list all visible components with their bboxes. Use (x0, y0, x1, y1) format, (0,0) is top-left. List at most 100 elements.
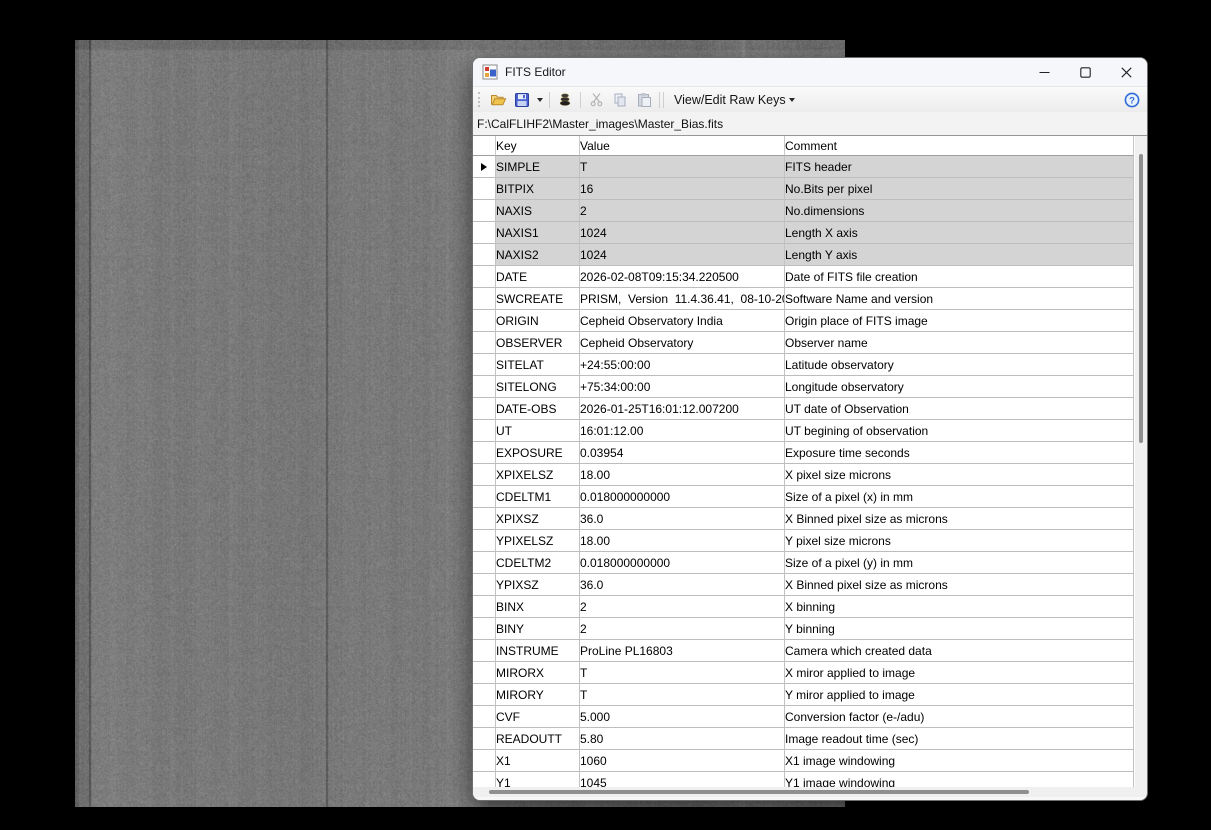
horizontal-scrollbar[interactable] (473, 787, 1147, 797)
row-header-cell[interactable] (473, 640, 496, 662)
cell-key[interactable]: OBSERVER (496, 332, 580, 354)
cell-key[interactable]: X1 (496, 750, 580, 772)
table-row[interactable]: Y1 1045 Y1 image windowing (473, 772, 1134, 787)
save-dropdown-button[interactable] (534, 89, 546, 111)
cell-comment[interactable]: Software Name and version (785, 288, 1134, 310)
cell-key[interactable]: BINX (496, 596, 580, 618)
cell-value[interactable]: 36.0 (580, 574, 785, 596)
table-row[interactable]: ORIGIN Cepheid Observatory India Origin … (473, 310, 1134, 332)
column-header-comment[interactable]: Comment (785, 136, 1134, 156)
table-row[interactable]: X1 1060 X1 image windowing (473, 750, 1134, 772)
cell-comment[interactable]: Latitude observatory (785, 354, 1134, 376)
row-header-cell[interactable] (473, 310, 496, 332)
row-header-cell[interactable] (473, 200, 496, 222)
cell-value[interactable]: 2 (580, 200, 785, 222)
row-header-cell[interactable] (473, 552, 496, 574)
cell-value[interactable]: 18.00 (580, 530, 785, 552)
cell-value[interactable]: 5.000 (580, 706, 785, 728)
cell-key[interactable]: BINY (496, 618, 580, 640)
column-header-key[interactable]: Key (496, 136, 580, 156)
cell-key[interactable]: XPIXELSZ (496, 464, 580, 486)
cell-key[interactable]: EXPOSURE (496, 442, 580, 464)
cell-key[interactable]: SITELAT (496, 354, 580, 376)
cell-key[interactable]: MIRORX (496, 662, 580, 684)
table-row[interactable]: CDELTM1 0.018000000000 Size of a pixel (… (473, 486, 1134, 508)
cell-key[interactable]: CDELTM2 (496, 552, 580, 574)
row-header-cell[interactable] (473, 222, 496, 244)
table-row[interactable]: BINX 2 X binning (473, 596, 1134, 618)
row-header-cell[interactable] (473, 398, 496, 420)
cell-value[interactable]: 5.80 (580, 728, 785, 750)
cell-comment[interactable]: X pixel size microns (785, 464, 1134, 486)
table-row[interactable]: YPIXELSZ 18.00 Y pixel size microns (473, 530, 1134, 552)
cell-value[interactable]: 2026-02-08T09:15:34.220500 (580, 266, 785, 288)
cell-value[interactable]: 0.018000000000 (580, 552, 785, 574)
cell-value[interactable]: 18.00 (580, 464, 785, 486)
cell-comment[interactable]: UT begining of observation (785, 420, 1134, 442)
row-header-cell[interactable] (473, 772, 496, 787)
cell-comment[interactable]: X miror applied to image (785, 662, 1134, 684)
cell-key[interactable]: YPIXSZ (496, 574, 580, 596)
cell-comment[interactable]: Length Y axis (785, 244, 1134, 266)
table-row[interactable]: SIMPLE T FITS header (473, 156, 1134, 178)
cell-value[interactable]: 36.0 (580, 508, 785, 530)
cell-key[interactable]: YPIXELSZ (496, 530, 580, 552)
table-row[interactable]: EXPOSURE 0.03954 Exposure time seconds (473, 442, 1134, 464)
table-row[interactable]: INSTRUME ProLine PL16803 Camera which cr… (473, 640, 1134, 662)
table-row[interactable]: DATE 2026-02-08T09:15:34.220500 Date of … (473, 266, 1134, 288)
column-header-value[interactable]: Value (580, 136, 785, 156)
table-row[interactable]: UT 16:01:12.00 UT begining of observatio… (473, 420, 1134, 442)
cell-comment[interactable]: Y pixel size microns (785, 530, 1134, 552)
open-file-button[interactable] (486, 89, 510, 111)
cell-value[interactable]: T (580, 684, 785, 706)
table-row[interactable]: SITELONG +75:34:00:00 Longitude observat… (473, 376, 1134, 398)
cell-value[interactable]: 16 (580, 178, 785, 200)
row-header-cell[interactable] (473, 156, 496, 178)
cell-key[interactable]: NAXIS (496, 200, 580, 222)
toolbar-grip[interactable] (478, 92, 482, 107)
row-header-cell[interactable] (473, 574, 496, 596)
cell-key[interactable]: DATE (496, 266, 580, 288)
table-row[interactable]: BITPIX 16 No.Bits per pixel (473, 178, 1134, 200)
cell-key[interactable]: SWCREATE (496, 288, 580, 310)
close-button[interactable] (1106, 58, 1147, 86)
table-row[interactable]: BINY 2 Y binning (473, 618, 1134, 640)
row-header-cell[interactable] (473, 706, 496, 728)
cell-comment[interactable]: X1 image windowing (785, 750, 1134, 772)
row-header-cell[interactable] (473, 464, 496, 486)
table-row[interactable]: SWCREATE PRISM, Version 11.4.36.41, 08-1… (473, 288, 1134, 310)
table-row[interactable]: NAXIS2 1024 Length Y axis (473, 244, 1134, 266)
table-row[interactable]: XPIXSZ 36.0 X Binned pixel size as micro… (473, 508, 1134, 530)
row-header-cell[interactable] (473, 684, 496, 706)
row-header-cell[interactable] (473, 420, 496, 442)
cell-value[interactable]: 2 (580, 596, 785, 618)
cell-value[interactable]: PRISM, Version 11.4.36.41, 08-10-2025 (580, 288, 785, 310)
table-row[interactable]: NAXIS 2 No.dimensions (473, 200, 1134, 222)
row-header-cell[interactable] (473, 178, 496, 200)
cell-key[interactable]: Y1 (496, 772, 580, 787)
raw-keys-button[interactable] (553, 89, 577, 111)
cell-value[interactable]: 16:01:12.00 (580, 420, 785, 442)
cell-value[interactable]: T (580, 662, 785, 684)
cell-comment[interactable]: Size of a pixel (y) in mm (785, 552, 1134, 574)
cell-value[interactable]: 1024 (580, 244, 785, 266)
save-button[interactable] (510, 89, 534, 111)
table-row[interactable]: YPIXSZ 36.0 X Binned pixel size as micro… (473, 574, 1134, 596)
cell-key[interactable]: SITELONG (496, 376, 580, 398)
cell-value[interactable]: 0.018000000000 (580, 486, 785, 508)
cell-value[interactable]: T (580, 156, 785, 178)
table-row[interactable]: CVF 5.000 Conversion factor (e-/adu) (473, 706, 1134, 728)
table-row[interactable]: MIRORY T Y miror applied to image (473, 684, 1134, 706)
cell-value[interactable]: +24:55:00:00 (580, 354, 785, 376)
cell-key[interactable]: BITPIX (496, 178, 580, 200)
vertical-scrollbar[interactable] (1135, 136, 1147, 787)
cell-value[interactable]: Cepheid Observatory India (580, 310, 785, 332)
cell-comment[interactable]: No.dimensions (785, 200, 1134, 222)
row-header-cell[interactable] (473, 662, 496, 684)
cell-value[interactable]: 2026-01-25T16:01:12.007200 (580, 398, 785, 420)
cell-key[interactable]: NAXIS1 (496, 222, 580, 244)
table-row[interactable]: NAXIS1 1024 Length X axis (473, 222, 1134, 244)
cell-comment[interactable]: Longitude observatory (785, 376, 1134, 398)
vertical-scrollbar-thumb[interactable] (1139, 154, 1143, 443)
corner-header-cell[interactable] (473, 136, 496, 156)
